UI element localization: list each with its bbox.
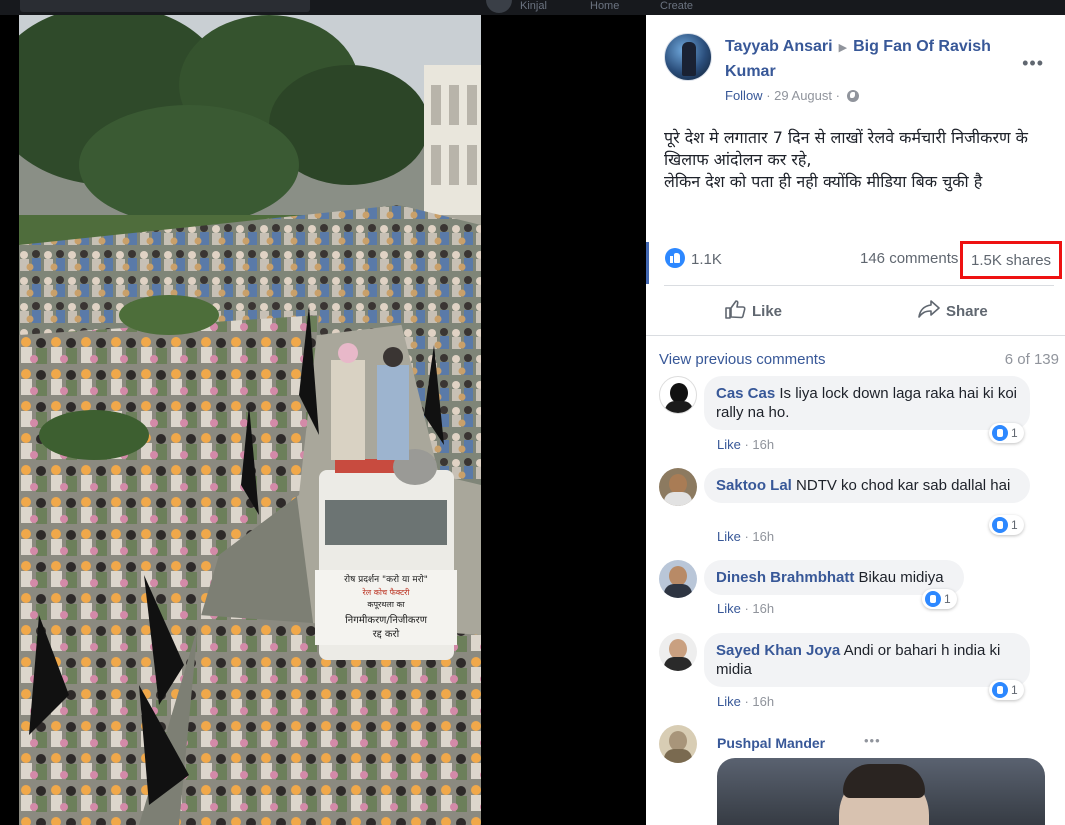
post-date[interactable]: 29 August: [774, 88, 832, 103]
share-button-label: Share: [946, 303, 988, 320]
reaction-count: 1: [1011, 683, 1018, 697]
commenter-name[interactable]: Dinesh Brahmbhatt: [716, 569, 854, 586]
banner-line4: निगमीकरण/निजीकरण: [345, 614, 428, 626]
profile-name-link[interactable]: Kinjal: [520, 0, 547, 12]
divider: [646, 335, 1065, 336]
post-meta: Follow · 29 August ·: [725, 88, 859, 103]
share-button[interactable]: Share: [918, 299, 988, 320]
comment-meta: Like · 16h: [717, 601, 775, 616]
create-link[interactable]: Create: [660, 0, 693, 12]
comment-time[interactable]: 16h: [752, 601, 774, 616]
like-reaction-icon: [992, 517, 1008, 533]
home-link[interactable]: Home: [590, 0, 619, 12]
thumbs-up-icon: [725, 300, 746, 319]
comment-like-link[interactable]: Like: [717, 529, 741, 544]
view-previous-comments-link[interactable]: View previous comments: [659, 351, 825, 368]
banner-line1: राेष प्रदर्शन "करो या मरो": [344, 573, 428, 585]
comment-bubble: Cas Cas Is liya lock down laga raka hai …: [704, 376, 1030, 430]
comment-text: Bikau midiya: [858, 569, 944, 586]
comments-count: 6 of 139: [1004, 351, 1059, 368]
comment-bubble: Dinesh Brahmbhatt Bikau midiya: [704, 560, 964, 595]
protest-photo-illustration: राेष प्रदर्शन "करो या मरो" रेल कोच फैक्ट…: [19, 15, 481, 825]
post-photo[interactable]: राेष प्रदर्शन "करो या मरो" रेल कोच फैक्ट…: [19, 15, 481, 825]
post-side-panel: Tayyab Ansari ▶ Big Fan Of Ravish Kumar Fo…: [646, 15, 1065, 825]
post-actions: Like Share: [646, 293, 1065, 329]
reaction-count: 1: [1011, 518, 1018, 532]
commenter-name[interactable]: Sayed Khan Joya: [716, 642, 840, 659]
reaction-count: 1: [1011, 426, 1018, 440]
profile-avatar[interactable]: [486, 0, 512, 13]
like-reaction-icon[interactable]: [665, 248, 685, 268]
comment-meta: Like · 16h: [717, 694, 775, 709]
like-reaction-icon: [992, 425, 1008, 441]
like-reaction-icon: [992, 682, 1008, 698]
portrait-hair: [843, 764, 925, 798]
comment-reactions[interactable]: 1: [989, 680, 1024, 700]
comment-image-attachment[interactable]: [717, 758, 1045, 825]
arrow-right-icon: ▶: [838, 42, 848, 54]
author-name-link[interactable]: Tayyab Ansari: [725, 38, 833, 55]
comment-text: NDTV ko chod kar sab dallal hai: [796, 477, 1011, 494]
commenter-name[interactable]: Pushpal Mander: [717, 735, 825, 751]
typing-dots-icon: •••: [864, 733, 881, 748]
share-arrow-icon: [918, 300, 940, 318]
banner-line3: कपूरथला का: [367, 600, 405, 610]
comment-bubble: Saktoo Lal NDTV ko chod kar sab dallal h…: [704, 468, 1030, 503]
commenter-avatar[interactable]: [659, 633, 697, 671]
comment-time[interactable]: 16h: [752, 437, 774, 452]
comment-reactions[interactable]: 1: [989, 515, 1024, 535]
follow-link[interactable]: Follow: [725, 88, 763, 103]
author-avatar[interactable]: [664, 33, 712, 81]
post-text-line2: लेकिन देश को पता ही नही क्योंकि मीडिया ब…: [664, 172, 983, 191]
banner-line5: रद्द करो: [373, 628, 400, 640]
share-count-highlighted[interactable]: 1.5K shares: [960, 241, 1062, 279]
comment-like-link[interactable]: Like: [717, 694, 741, 709]
focus-accent-bar: [646, 242, 649, 284]
commenter-name[interactable]: Cas Cas: [716, 385, 775, 402]
comment-bubble: Sayed Khan Joya Andi or bahari h india k…: [704, 633, 1030, 687]
commenter-avatar[interactable]: [659, 468, 697, 506]
comment-time[interactable]: 16h: [752, 529, 774, 544]
author-line: Tayyab Ansari ▶ Big Fan Of Ravish Kumar: [725, 35, 1045, 83]
like-reaction-icon: [925, 591, 941, 607]
post-header: Tayyab Ansari ▶ Big Fan Of Ravish Kumar Fo…: [664, 33, 1054, 113]
post-text: पूरे देश मे लगातार 7 दिन से लाखों रेलवे …: [664, 127, 1059, 193]
commenter-avatar[interactable]: [659, 376, 697, 414]
separator-dot: ·: [766, 88, 771, 103]
comment-reactions[interactable]: 1: [922, 589, 957, 609]
like-button-label: Like: [752, 303, 783, 320]
reaction-count: 1: [944, 592, 951, 606]
divider: [664, 285, 1054, 286]
search-bar[interactable]: [20, 0, 310, 12]
comment-reactions[interactable]: 1: [989, 423, 1024, 443]
post-text-line1: पूरे देश मे लगातार 7 दिन से लाखों रेलवे …: [664, 128, 1028, 169]
facebook-top-bar: Kinjal Home Create: [0, 0, 1065, 15]
comment-meta: Like · 16h: [717, 529, 775, 544]
commenter-name[interactable]: Saktoo Lal: [716, 477, 792, 494]
banner-line2: रेल कोच फैक्टरी: [362, 587, 411, 597]
commenter-avatar[interactable]: [659, 725, 697, 763]
like-count[interactable]: 1.1K: [691, 251, 722, 268]
comments-header: View previous comments 6 of 139: [659, 351, 1059, 368]
comment-like-link[interactable]: Like: [717, 601, 741, 616]
comment-meta: Like · 16h: [717, 437, 775, 452]
engagement-stats: 1.1K 146 comments 1.5K shares: [646, 240, 1065, 284]
comment-like-link[interactable]: Like: [717, 437, 741, 452]
commenter-avatar[interactable]: [659, 560, 697, 598]
like-button[interactable]: Like: [724, 299, 782, 320]
comment-count[interactable]: 146 comments: [860, 250, 958, 267]
screen: Kinjal Home Create राेष प्रदर्शन "करो या…: [0, 0, 1065, 825]
separator-dot: ·: [835, 88, 840, 103]
more-options-icon[interactable]: •••: [1022, 53, 1044, 74]
comment-time[interactable]: 16h: [752, 694, 774, 709]
globe-icon: [846, 90, 859, 102]
